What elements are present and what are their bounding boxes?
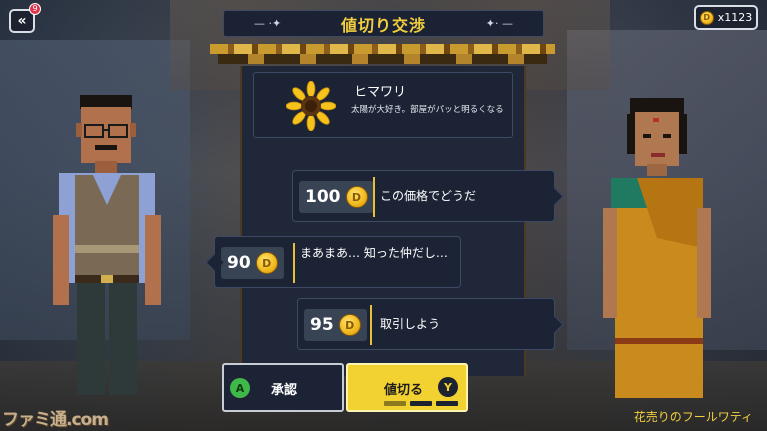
a-button-icon: A xyxy=(230,378,250,398)
offer-text: まあまあ… 知った仲だし… xyxy=(300,246,448,260)
title-decoration-right: ✦· — xyxy=(485,17,513,30)
coin-counter: D x1123 xyxy=(694,5,758,30)
y-button-icon: Y xyxy=(438,377,458,397)
item-name: ヒマワリ xyxy=(354,85,407,100)
notification-badge: 9 xyxy=(29,3,41,15)
negotiate-label: 値切る xyxy=(384,383,424,398)
accept-label: 承認 xyxy=(271,383,298,398)
coin-amount: x1123 xyxy=(717,11,753,24)
offer-bubble-npc-2: 95 D 取引しよう xyxy=(297,298,555,350)
chevron-double-left-icon: « xyxy=(17,13,27,29)
negotiate-attempt-pip xyxy=(436,401,458,406)
coin-icon: D xyxy=(345,186,368,208)
coin-icon: D xyxy=(338,314,361,336)
item-description: 太陽が大好き。部屋がパッと明るくなる xyxy=(351,105,504,115)
offer-price: 90 D xyxy=(221,247,284,279)
accept-button[interactable]: A 承認 xyxy=(222,363,344,412)
player-character xyxy=(53,95,161,395)
title-bar: — ·✦ 値切り交渉 ✦· — xyxy=(223,10,544,37)
coin-icon: D xyxy=(699,10,714,25)
stall-awning xyxy=(210,44,555,66)
item-card: ヒマワリ 太陽が大好き。部屋がパッと明るくなる xyxy=(253,72,513,138)
npc-character xyxy=(603,98,711,398)
offer-bubble-npc-1: 100 D この価格でどうだ xyxy=(292,170,555,222)
offer-text: この価格でどうだ xyxy=(380,189,477,203)
title-decoration-left: — ·✦ xyxy=(254,17,282,30)
negotiate-attempts xyxy=(384,401,458,406)
coin-icon: D xyxy=(255,252,278,274)
negotiate-attempt-pip xyxy=(384,401,406,406)
negotiate-button[interactable]: 値切る Y xyxy=(346,363,468,412)
npc-name: 花売りのフールワティ xyxy=(633,410,753,424)
sunflower-icon xyxy=(286,81,336,131)
negotiate-attempt-pip xyxy=(410,401,432,406)
page-title: 値切り交渉 xyxy=(340,15,426,35)
offer-text: 取引しよう xyxy=(380,317,441,331)
offer-price: 100 D xyxy=(299,181,374,213)
offer-bubble-player: 90 D まあまあ… 知った仲だし… xyxy=(214,236,461,288)
watermark-logo: ファミ通.com xyxy=(2,410,109,430)
offer-price: 95 D xyxy=(304,309,367,341)
